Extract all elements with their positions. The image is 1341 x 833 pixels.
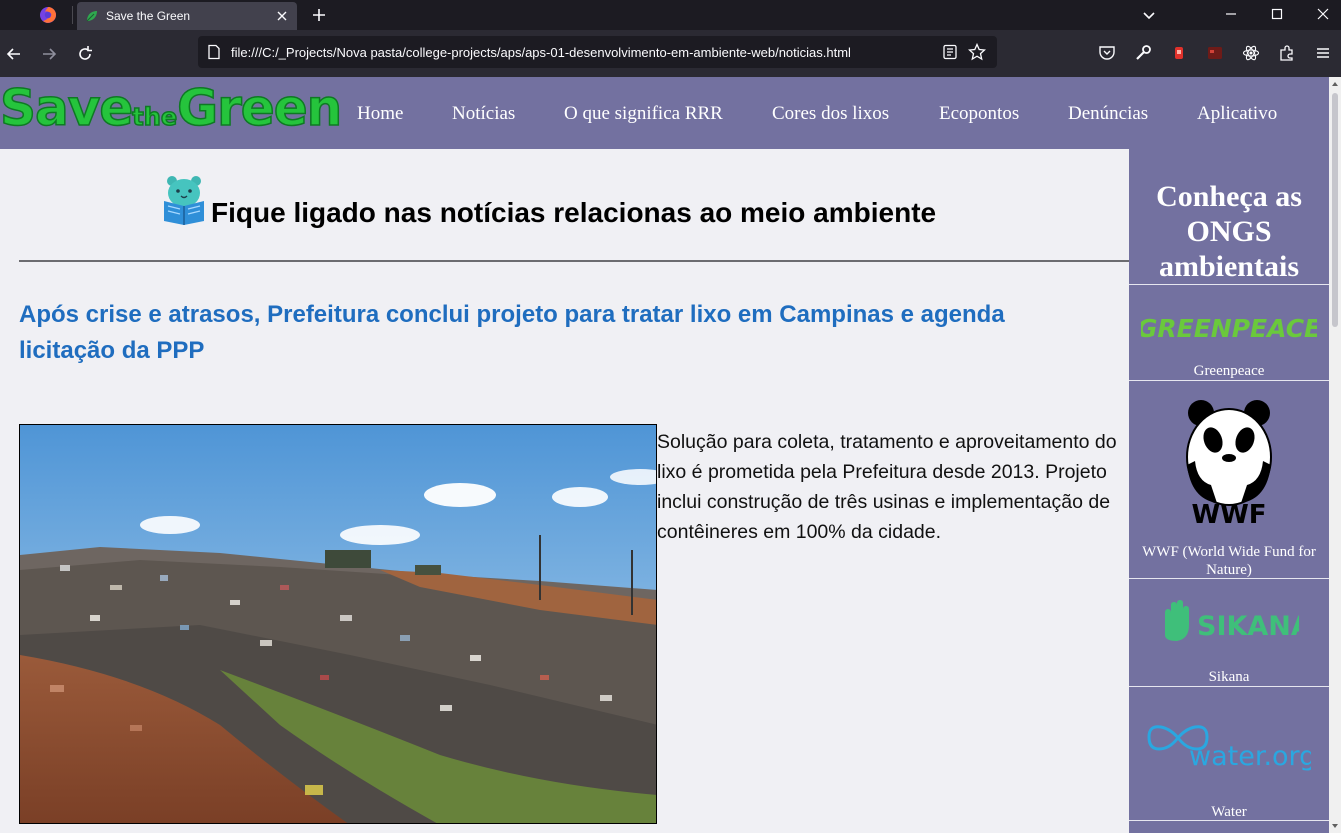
main-content: Fique ligado nas notícias relacionas ao … xyxy=(0,149,1129,833)
nav-link-cores-dos-lixos[interactable]: Cores dos lixos xyxy=(772,103,889,125)
url-bar[interactable]: file:///C:/_Projects/Nova pasta/college-… xyxy=(198,36,997,68)
page-title: Fique ligado nas notícias relacionas ao … xyxy=(211,197,937,228)
sidebar-divider xyxy=(1129,820,1329,821)
logo-word-save: Save xyxy=(0,78,134,138)
news-article-summary: Solução para coleta, tratamento e aprove… xyxy=(657,431,1117,543)
water-org-logo[interactable]: water.org xyxy=(1145,715,1311,775)
browser-nav-bar: file:///C:/_Projects/Nova pasta/college-… xyxy=(0,30,1341,77)
extensions-puzzle-icon[interactable] xyxy=(1278,44,1296,62)
title-divider xyxy=(19,260,1129,262)
page-scrollbar[interactable] xyxy=(1329,77,1341,833)
logo-word-the: the xyxy=(132,102,178,132)
hamburger-menu-icon[interactable] xyxy=(1314,44,1332,62)
sikana-logo[interactable]: SIKANA xyxy=(1159,599,1299,643)
svg-text:WWF: WWF xyxy=(1191,500,1266,525)
scroll-up-arrow-icon[interactable] xyxy=(1331,80,1339,88)
site-logo[interactable]: SavetheGreen xyxy=(0,78,343,138)
react-devtools-icon[interactable] xyxy=(1242,44,1260,62)
leaf-favicon-icon xyxy=(86,11,97,22)
site-header: SavetheGreen Home Notícias O que signifi… xyxy=(0,77,1329,149)
reader-view-icon[interactable] xyxy=(942,44,958,60)
tab-separator xyxy=(72,6,73,24)
ngo-label-water[interactable]: Water xyxy=(1129,803,1329,821)
minimize-icon[interactable] xyxy=(1222,5,1240,23)
nav-link-denuncias[interactable]: Denúncias xyxy=(1068,103,1148,125)
bookmark-star-icon[interactable] xyxy=(968,43,986,61)
sidebar-divider xyxy=(1129,578,1329,579)
greenpeace-logo[interactable]: GREENPEACE xyxy=(1141,309,1317,345)
ngo-label-wwf[interactable]: WWF (World Wide Fund for Nature) xyxy=(1129,543,1329,579)
sidebar-divider xyxy=(1129,686,1329,687)
wwf-panda-logo[interactable]: WWF xyxy=(1181,395,1277,525)
wrench-icon[interactable] xyxy=(1134,44,1152,62)
url-text[interactable]: file:///C:/_Projects/Nova pasta/college-… xyxy=(231,45,851,60)
svg-text:SIKANA: SIKANA xyxy=(1197,611,1299,642)
logo-word-green: Green xyxy=(176,78,343,138)
new-tab-icon[interactable] xyxy=(310,6,328,24)
chevron-down-icon[interactable] xyxy=(1141,7,1157,23)
news-article-photo xyxy=(19,424,657,824)
landfill-photo xyxy=(20,425,656,823)
extension-dark-red-icon[interactable] xyxy=(1206,44,1224,62)
nav-link-aplicativo[interactable]: Aplicativo xyxy=(1197,103,1277,125)
svg-text:GREENPEACE: GREENPEACE xyxy=(1141,314,1317,343)
sidebar-divider xyxy=(1129,284,1329,285)
ngo-label-sikana[interactable]: Sikana xyxy=(1129,668,1329,686)
browser-tab[interactable]: Save the Green xyxy=(77,2,297,30)
page-icon xyxy=(208,44,220,60)
extension-red-icon[interactable] xyxy=(1170,44,1188,62)
ngo-label-greenpeace[interactable]: Greenpeace xyxy=(1129,362,1329,380)
scroll-down-arrow-icon[interactable] xyxy=(1331,822,1339,830)
nav-link-noticias[interactable]: Notícias xyxy=(452,103,515,125)
reload-icon[interactable] xyxy=(75,44,95,64)
svg-text:water.org: water.org xyxy=(1189,741,1311,772)
ngo-sidebar: Conheça as ONGS ambientais GREENPEACE Gr… xyxy=(1129,149,1329,833)
nav-link-ecopontos[interactable]: Ecopontos xyxy=(939,103,1019,125)
firefox-icon[interactable] xyxy=(38,5,58,25)
reading-mascot-icon xyxy=(164,176,204,225)
back-arrow-icon[interactable] xyxy=(4,44,24,64)
nav-link-home[interactable]: Home xyxy=(357,103,403,125)
tab-title: Save the Green xyxy=(106,9,191,23)
scrollbar-thumb[interactable] xyxy=(1332,93,1338,327)
pocket-icon[interactable] xyxy=(1098,44,1116,62)
maximize-icon[interactable] xyxy=(1268,5,1286,23)
close-tab-icon[interactable] xyxy=(274,8,290,24)
browser-tab-bar: Save the Green xyxy=(0,0,1341,30)
news-article-title[interactable]: Após crise e atrasos, Prefeitura conclui… xyxy=(19,297,1079,369)
close-window-icon[interactable] xyxy=(1314,5,1332,23)
nav-link-rrr[interactable]: O que significa RRR xyxy=(564,103,723,125)
sidebar-divider xyxy=(1129,380,1329,381)
sidebar-title: Conheça as ONGS ambientais xyxy=(1156,180,1302,283)
forward-arrow-icon[interactable] xyxy=(39,44,59,64)
